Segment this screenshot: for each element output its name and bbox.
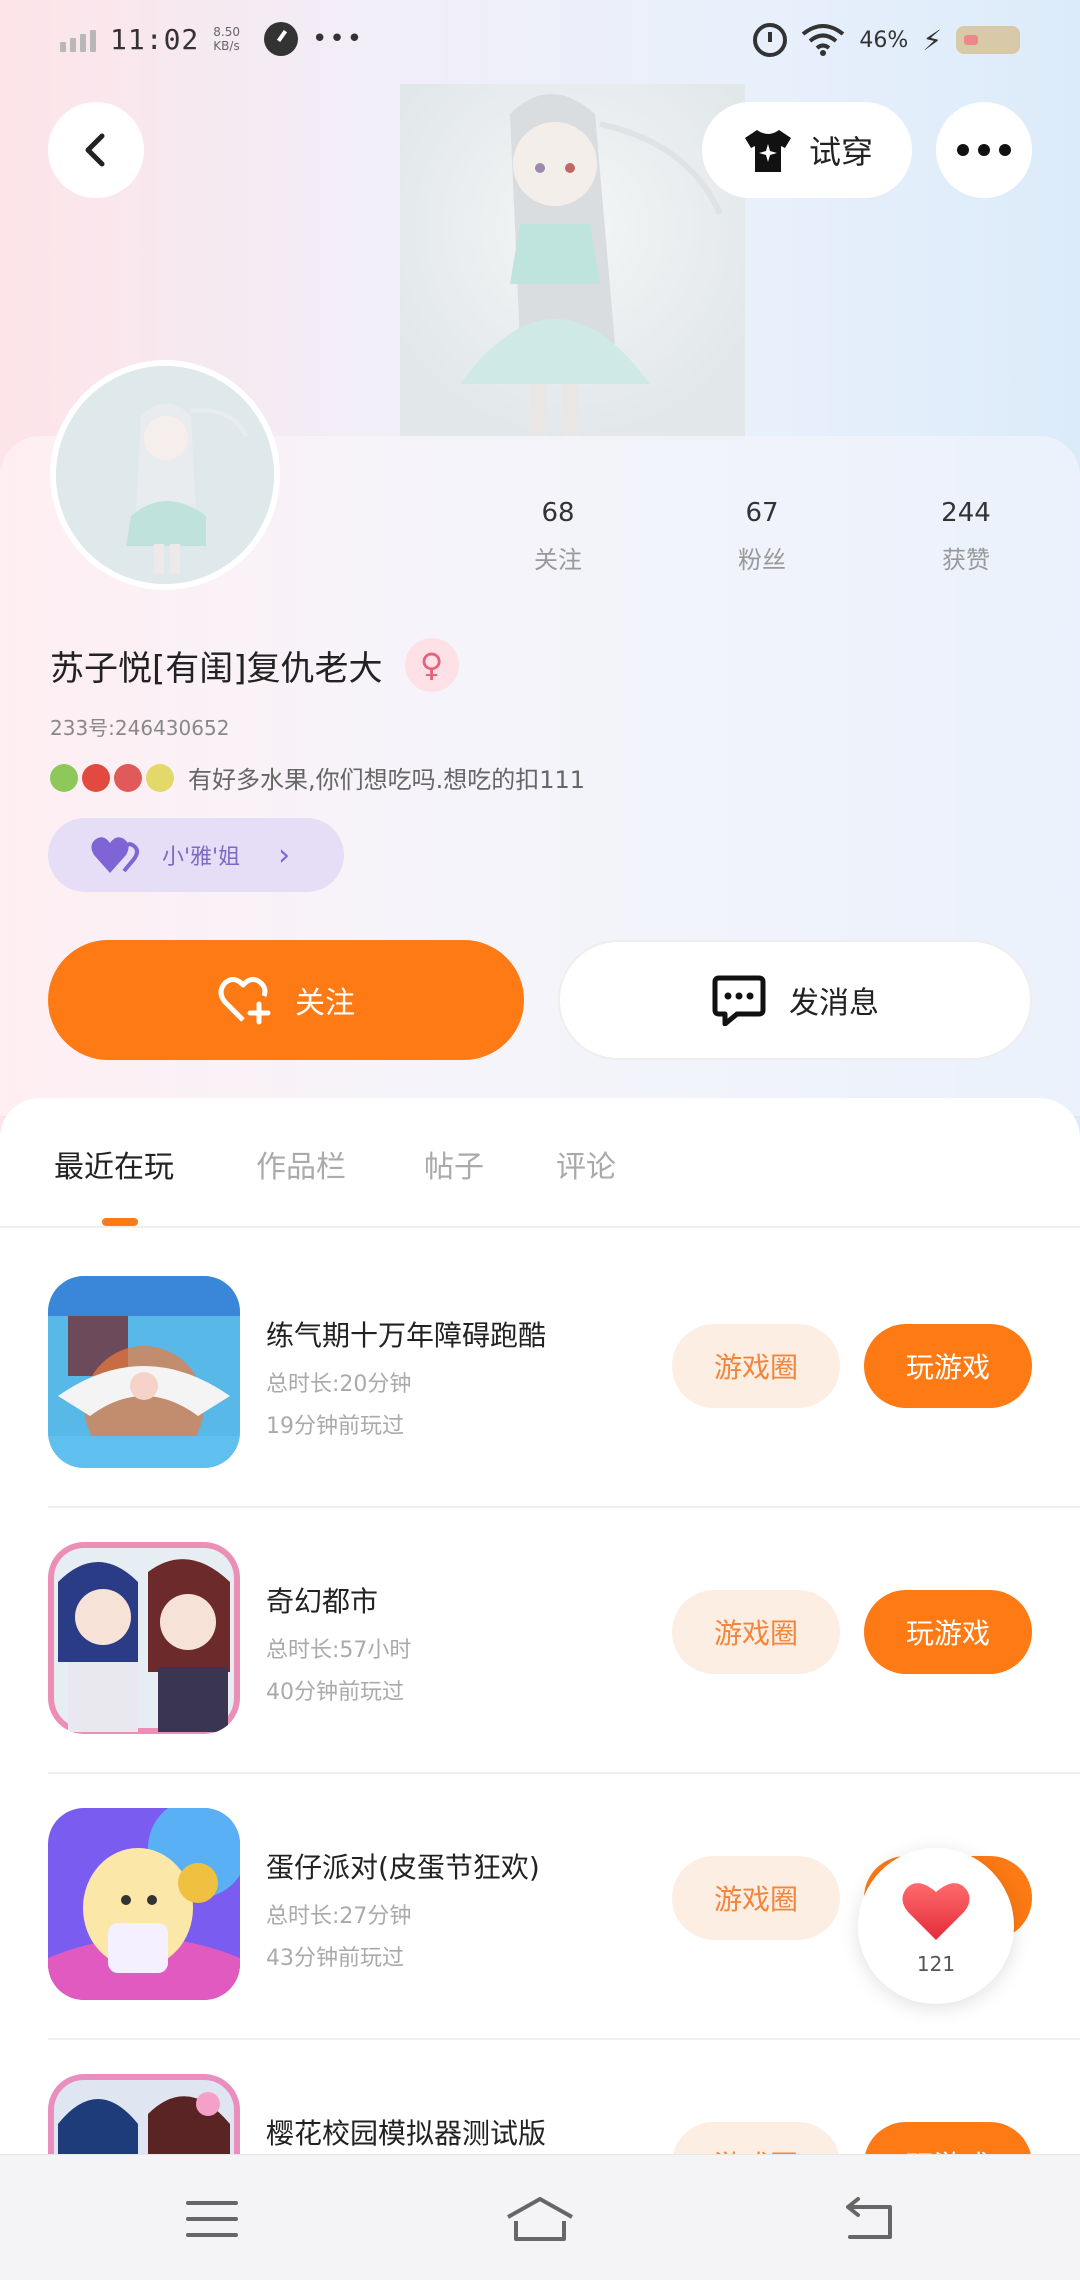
- female-icon: ♀: [404, 638, 459, 692]
- battery-percent: 46%: [859, 27, 909, 53]
- game-circle-button[interactable]: 游戏圈: [672, 1856, 840, 1940]
- stat-likes[interactable]: 244 获赞: [886, 498, 1046, 575]
- costume-preview-image[interactable]: [400, 84, 745, 440]
- tab-recently-played[interactable]: 最近在玩: [54, 1142, 174, 1186]
- game-last-played: 19分钟前玩过: [266, 1414, 404, 1439]
- nickname: 苏子悦[有闺]复仇老大: [50, 648, 383, 689]
- game-total-time: 总时长:20分钟: [266, 1372, 412, 1397]
- alarm-icon: [753, 23, 788, 57]
- net-speed: 8.50 KB/s: [213, 25, 241, 53]
- menu-icon: [186, 2201, 238, 2237]
- speedometer-icon: [264, 22, 299, 56]
- pear-yellow-icon: [146, 763, 174, 792]
- game-circle-button[interactable]: 游戏圈: [672, 1324, 840, 1408]
- chat-bubble-icon: [712, 975, 766, 1026]
- back-nav-button[interactable]: [828, 2179, 908, 2259]
- home-nav-button[interactable]: [500, 2179, 580, 2259]
- game-thumbnail[interactable]: [48, 1276, 240, 1468]
- stat-following[interactable]: 68 关注: [478, 498, 638, 575]
- play-game-button[interactable]: 玩游戏: [864, 1590, 1032, 1674]
- game-last-played: 43分钟前玩过: [266, 1946, 404, 1971]
- content-panel: 最近在玩 作品栏 帖子 评论 练气期十万年障碍跑酷 总时长:20分钟 19分钟前…: [0, 1098, 1080, 2280]
- stat-fans[interactable]: 67 粉丝: [682, 498, 842, 575]
- divider: [48, 1772, 1080, 1774]
- chevron-left-icon: [85, 133, 105, 167]
- game-title: 樱花校园模拟器测试版: [266, 2117, 547, 2150]
- tab-bar: 最近在玩 作品栏 帖子 评论: [0, 1098, 1080, 1228]
- tab-posts[interactable]: 帖子: [424, 1142, 484, 1186]
- more-button[interactable]: [936, 102, 1032, 198]
- user-id: 233号:246430652: [50, 716, 230, 740]
- game-circle-button[interactable]: 游戏圈: [672, 1590, 840, 1674]
- heart-icon: [902, 1883, 970, 1940]
- nickname-row: 苏子悦[有闺]复仇老大 ♀: [50, 638, 459, 692]
- game-title: 蛋仔派对(皮蛋节狂欢): [266, 1851, 540, 1884]
- chevron-right-icon: ›: [278, 837, 291, 873]
- divider: [48, 1506, 1080, 1508]
- charging-icon: ⚡: [922, 23, 942, 57]
- avatar[interactable]: [50, 360, 280, 590]
- game-thumbnail[interactable]: [48, 1808, 240, 2000]
- game-total-time: 总时长:57小时: [266, 1638, 412, 1663]
- tab-indicator: [102, 1218, 138, 1226]
- wifi-icon: [802, 24, 845, 56]
- heart-plus-icon: [218, 977, 271, 1025]
- guardian-chip[interactable]: 小'雅'姐 ›: [48, 818, 344, 892]
- divider: [48, 2038, 1080, 2040]
- pear-icon: [50, 763, 78, 792]
- back-arrow-icon: [846, 2197, 892, 2239]
- game-thumbnail[interactable]: [48, 1542, 240, 1734]
- status-bar: 11:02 8.50 KB/s ••• 46% ⚡: [0, 0, 1080, 84]
- message-button[interactable]: 发消息: [558, 940, 1032, 1060]
- follow-label: 关注: [295, 986, 355, 1021]
- back-button[interactable]: [48, 102, 144, 198]
- battery-icon: [956, 26, 1020, 54]
- apple-icon: [82, 763, 110, 792]
- follow-button[interactable]: 关注: [48, 940, 524, 1060]
- tshirt-icon: [744, 130, 791, 172]
- game-title: 练气期十万年障碍跑酷: [266, 1319, 547, 1352]
- game-title: 奇幻都市: [266, 1585, 379, 1618]
- status-left: 11:02 8.50 KB/s •••: [60, 22, 364, 56]
- signal-icon: [60, 26, 96, 52]
- try-on-button[interactable]: 试穿: [702, 102, 912, 198]
- like-count: 121: [916, 1952, 956, 1976]
- message-label: 发消息: [789, 986, 879, 1021]
- game-total-time: 总时长:27分钟: [266, 1904, 412, 1929]
- tab-works[interactable]: 作品栏: [256, 1142, 346, 1186]
- strawberry-icon: [114, 763, 142, 792]
- like-float-button[interactable]: 121: [858, 1848, 1014, 2004]
- game-row[interactable]: 练气期十万年障碍跑酷 总时长:20分钟 19分钟前玩过 游戏圈 玩游戏: [48, 1276, 1032, 1472]
- home-icon: [507, 2197, 573, 2241]
- guardian-label: 小'雅'姐: [162, 845, 241, 870]
- try-on-label: 试穿: [808, 133, 873, 171]
- bio: 有好多水果,你们想吃吗.想吃的扣111: [50, 760, 585, 795]
- purple-heart-icon: [91, 837, 139, 873]
- tab-comments[interactable]: 评论: [556, 1142, 616, 1186]
- bio-text: 有好多水果,你们想吃吗.想吃的扣111: [188, 766, 586, 794]
- game-row[interactable]: 奇幻都市 总时长:57小时 40分钟前玩过 游戏圈 玩游戏: [48, 1542, 1032, 1738]
- system-nav-bar: [0, 2154, 1080, 2280]
- more-notifications-icon: •••: [312, 24, 365, 54]
- menu-nav-button[interactable]: [172, 2179, 252, 2259]
- play-game-button[interactable]: 玩游戏: [864, 1324, 1032, 1408]
- status-right: 46% ⚡: [753, 22, 1020, 58]
- more-dots-icon: [957, 144, 1011, 156]
- game-last-played: 40分钟前玩过: [266, 1680, 404, 1705]
- clock: 11:02: [110, 22, 200, 56]
